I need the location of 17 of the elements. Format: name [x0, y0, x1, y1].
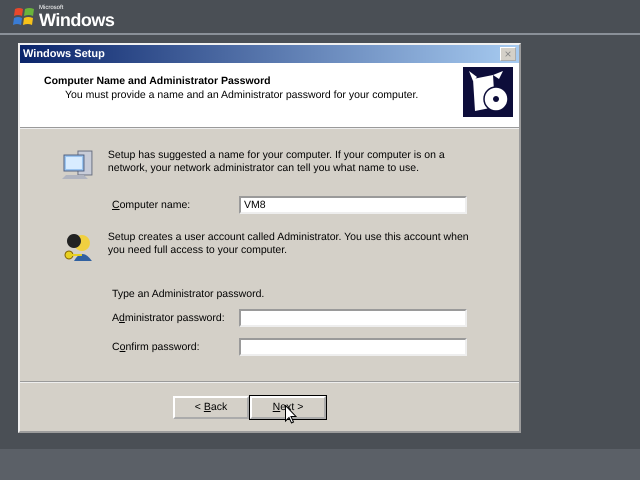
input-field[interactable] [239, 338, 467, 356]
user-key-icon [62, 231, 94, 263]
info-text: Setup creates a user account called Administrator. You use this account when you need full access to your computer. [108, 231, 470, 257]
brand-name: Windows [39, 10, 114, 28]
page-subtitle: You must provide a name and an Administrator password for your computer. [64, 89, 418, 101]
windows-flag-icon [13, 6, 35, 28]
field-label: Computer name: [112, 199, 192, 211]
input-field[interactable] [239, 309, 467, 327]
prompt-text: Type an Administrator password. [111, 288, 266, 300]
info-text: Setup has suggested a name for your computer. If your computer is on a network, your network administrator can tell you what name to use. [108, 149, 446, 175]
field-label: Confirm password: [112, 341, 201, 353]
window-title: Windows Setup [23, 48, 105, 60]
field-label: Administrator password: [112, 312, 226, 324]
input-field[interactable]: VM8 [239, 196, 467, 214]
back-button[interactable]: < Back [173, 396, 249, 418]
computer-icon [62, 149, 94, 181]
page-heading: Computer Name and Administrator Password [44, 75, 272, 87]
